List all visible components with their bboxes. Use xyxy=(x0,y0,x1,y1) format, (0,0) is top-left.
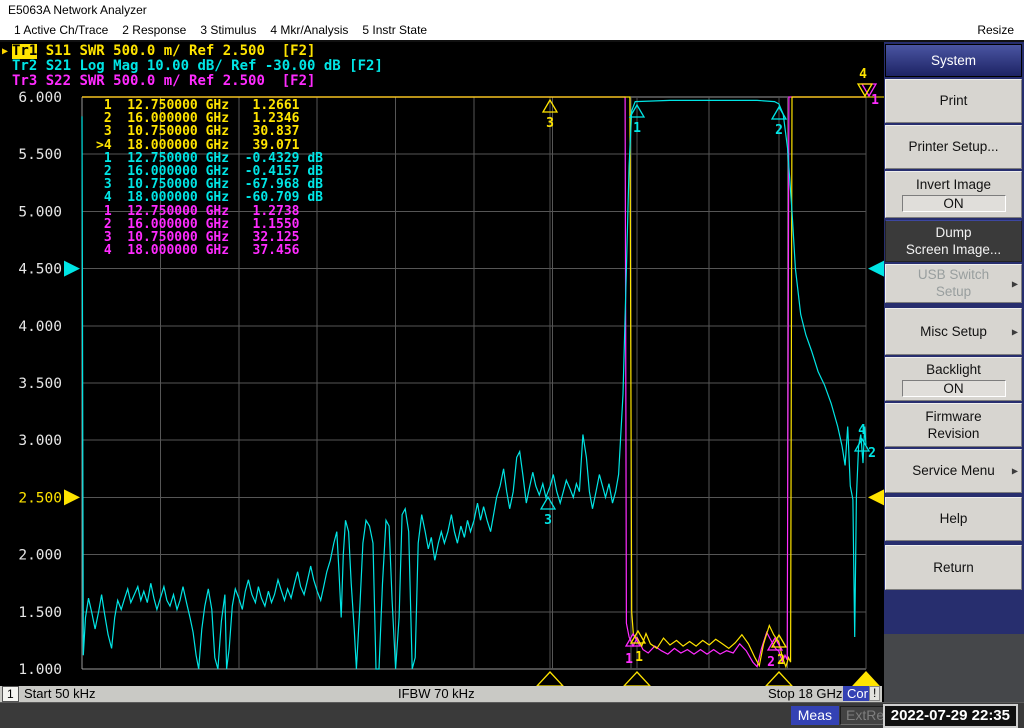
trace-parameters: S21 Log Mag 10.00 dB/ Ref -30.00 dB [F2] xyxy=(37,59,383,74)
svg-text:2.000: 2.000 xyxy=(18,548,62,564)
stop-frequency-label: Stop 18 GHz xyxy=(768,686,842,702)
menu-items: 1 Active Ch/Trace 2 Response 3 Stimulus 4 M… xyxy=(0,21,427,39)
trace-definitions: ▶Tr1 S11 SWR 500.0 m/ Ref 2.500 [F2]▶Tr2… xyxy=(2,44,383,89)
softkey-label: Firmware xyxy=(886,409,1021,425)
softkey-service-menu[interactable]: Service Menu▶ xyxy=(885,449,1022,493)
softkey-misc-setup[interactable]: Misc Setup▶ xyxy=(885,308,1022,355)
softkey-system[interactable]: System xyxy=(885,44,1022,77)
softkey-label: Invert Image xyxy=(886,177,1021,193)
svg-text:1: 1 xyxy=(633,121,641,136)
instrument-screen: 6.000 5.500 5.000 4.500 4.000 3.500 3.000 2.500… xyxy=(0,42,884,702)
softkey-printer-setup[interactable]: Printer Setup... xyxy=(885,125,1022,169)
softkey-usb-switch-setup[interactable]: USB SwitchSetup▶ xyxy=(885,264,1022,303)
submenu-arrow-icon: ▶ xyxy=(1012,279,1018,288)
softkey-help[interactable]: Help xyxy=(885,497,1022,541)
analyzer-window: E5063A Network Analyzer 1 Active Ch/Trac… xyxy=(0,0,1024,728)
datetime-display: 2022-07-29 22:35 xyxy=(883,704,1018,728)
softkey-column: System Print Printer Setup... Invert Image O… xyxy=(884,42,1024,634)
channel-status-bar: 1 Start 50 kHz IFBW 70 kHz Stop 18 GHz C… xyxy=(0,686,882,702)
softkey-label: Backlight xyxy=(886,362,1021,378)
trace-id: Tr1 xyxy=(12,44,37,59)
svg-text:1: 1 xyxy=(635,650,643,665)
softkey-label: Print xyxy=(886,93,1021,109)
softkey-label: Revision xyxy=(886,426,1021,442)
svg-text:3: 3 xyxy=(546,116,554,131)
softkey-label: Service Menu xyxy=(886,463,1021,479)
meas-status-badge: Meas xyxy=(791,706,839,725)
submenu-arrow-icon: ▶ xyxy=(1012,327,1018,336)
softkey-value: ON xyxy=(902,380,1006,397)
marker-row-trace1: >4 18.000000 GHz 39.071 xyxy=(96,139,323,152)
svg-text:2: 2 xyxy=(767,655,775,670)
menu-item-2[interactable]: 2 Response xyxy=(122,23,186,37)
svg-text:2: 2 xyxy=(777,653,785,668)
trace-parameters: S11 SWR 500.0 m/ Ref 2.500 [F2] xyxy=(37,44,315,59)
svg-text:2: 2 xyxy=(868,446,876,461)
channel-number-box[interactable]: 1 xyxy=(2,686,19,702)
svg-text:4.500: 4.500 xyxy=(18,262,62,278)
menu-item-4[interactable]: 4 Mkr/Analysis xyxy=(270,23,348,37)
softkey-return[interactable]: Return xyxy=(885,545,1022,590)
svg-text:3: 3 xyxy=(544,513,552,528)
marker-row-trace3: 1 12.750000 GHz 1.2738 xyxy=(96,205,323,218)
softkey-label: Printer Setup... xyxy=(886,139,1021,155)
softkey-label: Misc Setup xyxy=(886,324,1021,340)
active-trace-arrow-icon: ▶ xyxy=(2,44,12,59)
svg-text:5.500: 5.500 xyxy=(18,147,62,163)
marker-row-trace3: 4 18.000000 GHz 37.456 xyxy=(96,244,323,257)
softkey-label: Setup xyxy=(886,284,1021,300)
svg-text:4.000: 4.000 xyxy=(18,319,62,335)
softkey-label: Dump xyxy=(886,225,1021,241)
trace-id: Tr3 xyxy=(12,74,37,89)
trace-definition-tr2[interactable]: ▶Tr2 S21 Log Mag 10.00 dB/ Ref -30.00 dB… xyxy=(2,59,383,74)
svg-text:2: 2 xyxy=(775,123,783,138)
softkey-dump-screen-image[interactable]: DumpScreen Image... xyxy=(885,220,1022,262)
marker-row-trace1: 3 10.750000 GHz 30.837 xyxy=(96,125,323,138)
svg-text:5.000: 5.000 xyxy=(18,204,62,220)
softkey-label: USB Switch xyxy=(886,267,1021,283)
trace-definition-tr1[interactable]: ▶Tr1 S11 SWR 500.0 m/ Ref 2.500 [F2] xyxy=(2,44,383,59)
menu-bar: 1 Active Ch/Trace 2 Response 3 Stimulus 4 M… xyxy=(0,20,1024,42)
softkey-label: Screen Image... xyxy=(886,242,1021,258)
softkey-print[interactable]: Print xyxy=(885,79,1022,123)
svg-text:1: 1 xyxy=(625,652,633,667)
trace-definition-tr3[interactable]: ▶Tr3 S22 SWR 500.0 m/ Ref 2.500 [F2] xyxy=(2,74,383,89)
correction-status-badge: Cor xyxy=(843,686,872,701)
softkey-firmware-revision[interactable]: FirmwareRevision xyxy=(885,403,1022,447)
resize-button[interactable]: Resize xyxy=(977,23,1014,37)
softkey-label: Help xyxy=(886,511,1021,527)
softkey-label: Return xyxy=(886,560,1021,576)
submenu-arrow-icon: ▶ xyxy=(1012,467,1018,476)
menu-item-5[interactable]: 5 Instr State xyxy=(362,23,427,37)
svg-text:6.000: 6.000 xyxy=(18,90,62,106)
svg-text:1.500: 1.500 xyxy=(18,605,62,621)
marker-readout-table: 1 12.750000 GHz 1.2661 2 16.000000 GHz 1… xyxy=(96,99,323,257)
softkey-label: System xyxy=(886,53,1021,69)
svg-text:4: 4 xyxy=(858,423,866,438)
svg-text:1.000: 1.000 xyxy=(18,662,62,678)
svg-text:3.000: 3.000 xyxy=(18,433,62,449)
window-titlebar: E5063A Network Analyzer xyxy=(0,0,1024,20)
svg-text:2.500: 2.500 xyxy=(18,490,62,506)
start-frequency-label: Start 50 kHz xyxy=(24,686,96,702)
warning-badge: ! xyxy=(869,686,880,701)
svg-text:4: 4 xyxy=(859,67,867,82)
softkey-value: ON xyxy=(902,195,1006,212)
menu-item-3[interactable]: 3 Stimulus xyxy=(200,23,256,37)
svg-text:3.500: 3.500 xyxy=(18,376,62,392)
trace-id: Tr2 xyxy=(12,59,37,74)
svg-text:1: 1 xyxy=(871,93,879,108)
trace-parameters: S22 SWR 500.0 m/ Ref 2.500 [F2] xyxy=(37,74,315,89)
marker-row-trace2: 4 18.000000 GHz -60.709 dB xyxy=(96,191,323,204)
instrument-status-bar: Meas ExtRef 2022-07-29 22:35 xyxy=(0,702,1024,728)
ifbw-label: IFBW 70 kHz xyxy=(398,686,475,702)
softkey-backlight[interactable]: Backlight ON xyxy=(885,357,1022,401)
softkey-invert-image[interactable]: Invert Image ON xyxy=(885,171,1022,218)
menu-item-1[interactable]: 1 Active Ch/Trace xyxy=(14,23,108,37)
window-title: E5063A Network Analyzer xyxy=(8,3,147,17)
softkey-sidebar: System Print Printer Setup... Invert Image O… xyxy=(884,42,1024,702)
